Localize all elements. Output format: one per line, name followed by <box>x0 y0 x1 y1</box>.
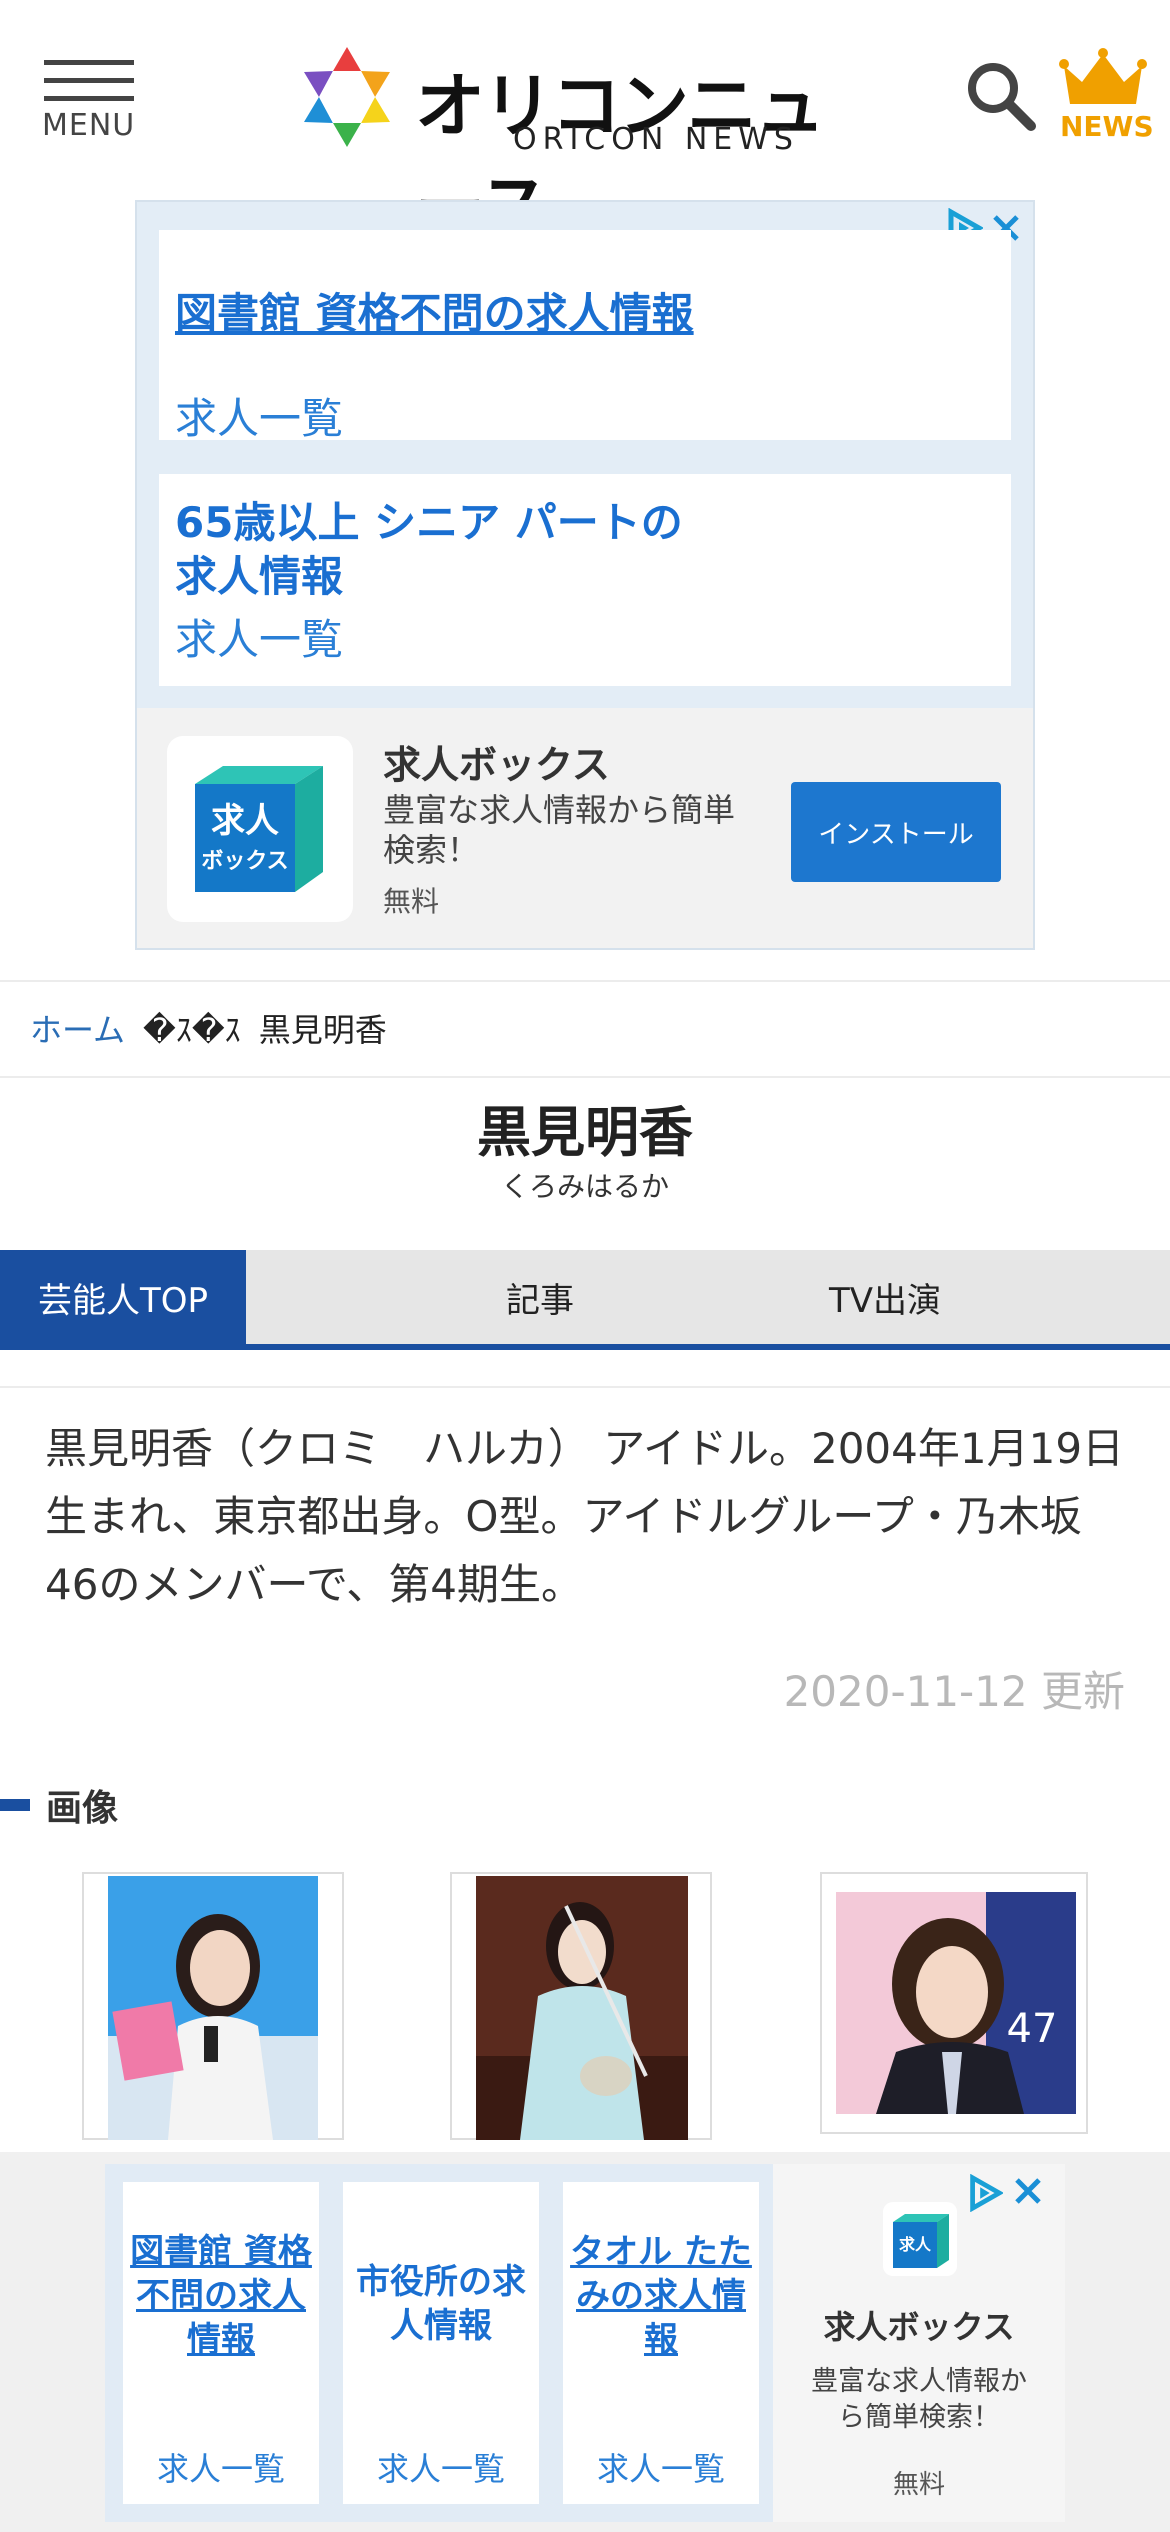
search-icon <box>968 63 1036 131</box>
menu-button[interactable]: MENU <box>42 56 142 146</box>
install-button[interactable]: インストール <box>791 782 1001 882</box>
name-reading: くろみはるか <box>500 1170 669 1203</box>
ad-card[interactable]: 図書館 資格不問の求人情報 求人一覧 <box>123 2182 319 2504</box>
menu-icon <box>44 60 134 65</box>
profile-tabs: 芸能人TOP 記事 TV出演 <box>0 1250 1170 1350</box>
breadcrumb-section[interactable]: �ｽ�ｽ <box>143 1005 241 1051</box>
app-icon-line2: ボックス <box>201 849 288 874</box>
app-icon: 求人 ボックス <box>167 736 353 922</box>
image-thumbnail[interactable]: 47 <box>820 1872 1088 2134</box>
logo-text-en: ORICON NEWS <box>513 122 799 157</box>
divider <box>0 1386 1170 1388</box>
breadcrumb-current: 黒見明香 <box>258 1011 387 1049</box>
ad-subtitle[interactable]: 求人一覧 <box>343 2444 539 2490</box>
job-box-icon: 求人 <box>893 2214 949 2268</box>
app-price: 無料 <box>383 885 440 918</box>
ad-subtitle[interactable]: 求人一覧 <box>175 385 995 446</box>
photo-decoration: 47 <box>1007 2006 1058 2052</box>
app-name: 求人ボックス <box>383 743 610 787</box>
ad-controls <box>965 2174 1045 2212</box>
job-box-icon: 求人 ボックス <box>195 766 323 892</box>
site-logo[interactable]: オリコンニュース ORICON NEWS <box>295 42 875 248</box>
app-price: 無料 <box>892 2470 945 2500</box>
divider <box>0 980 1170 982</box>
tab-tv[interactable]: TV出演 <box>780 1250 990 1344</box>
images-section-heading: 画像 <box>0 1780 118 1830</box>
logo-mark-icon <box>304 47 390 147</box>
ad-card[interactable]: 65歳以上 シニア パートの 求人情報 求人一覧 <box>159 474 1011 686</box>
advertisement-top: 図書館 資格不問の求人情報 求人一覧 65歳以上 シニア パートの 求人情報 求… <box>135 200 1035 950</box>
ad-subtitle[interactable]: 求人一覧 <box>563 2444 759 2490</box>
divider <box>0 1076 1170 1078</box>
photo-image <box>108 1876 318 2140</box>
ad-title-link[interactable]: タオル たたみの求人情報 <box>563 2230 759 2362</box>
app-icon-label: 求人 <box>899 2235 932 2254</box>
image-thumbnail[interactable] <box>450 1872 712 2140</box>
page-title: 黒見明香 <box>477 1101 693 1164</box>
ad-card[interactable]: 市役所の求人情報 求人一覧 <box>343 2182 539 2504</box>
ad-card[interactable]: タオル たたみの求人情報 求人一覧 <box>563 2182 759 2504</box>
ad-card[interactable]: 図書館 資格不問の求人情報 求人一覧 <box>159 230 1011 443</box>
updated-date: 2020-11-12 更新 <box>783 1667 1125 1716</box>
ad-title-line2[interactable]: 求人情報 <box>175 550 995 604</box>
section-marker <box>0 1799 30 1811</box>
photo-image: 47 <box>836 1892 1076 2114</box>
ad-subtitle[interactable]: 求人一覧 <box>123 2444 319 2490</box>
site-header: MENU オリコンニュース ORICON NEWS <box>0 0 1170 248</box>
menu-icon-bar <box>44 96 134 101</box>
app-icon: 求人 <box>883 2202 957 2276</box>
app-description: 豊富な求人情報から簡単検索！ <box>811 2366 1027 2433</box>
search-button[interactable] <box>965 60 1037 132</box>
app-description: 豊富な求人情報から簡単検索！ <box>383 791 736 869</box>
ad-title-link[interactable]: 市役所の求人情報 <box>343 2260 539 2348</box>
advertisement-bottom: 図書館 資格不問の求人情報 求人一覧 市役所の求人情報 求人一覧 タオル たたみ… <box>0 2152 1170 2532</box>
breadcrumb-home[interactable]: ホーム <box>30 1005 125 1051</box>
close-icon[interactable] <box>1011 2174 1045 2208</box>
ad-app-promo[interactable]: 求人 ボックス 求人ボックス 豊富な求人情報から簡単検索！ 無料 インストール <box>137 708 1033 948</box>
profile-description: 黒見明香（クロミ ハルカ） アイドル。2004年1月19日生まれ、東京都出身。O… <box>45 1424 1125 1609</box>
ad-title-line1[interactable]: 65歳以上 シニア パートの <box>175 496 995 550</box>
image-thumbnail[interactable] <box>82 1872 344 2140</box>
news-ranking-button[interactable]: NEWS <box>1058 48 1154 143</box>
news-label: NEWS <box>1060 110 1154 143</box>
app-name: 求人ボックス <box>823 2308 1015 2346</box>
tab-top[interactable]: 芸能人TOP <box>0 1250 246 1344</box>
ad-bottom-container: 図書館 資格不問の求人情報 求人一覧 市役所の求人情報 求人一覧 タオル たたみ… <box>105 2164 1065 2522</box>
ad-subtitle[interactable]: 求人一覧 <box>175 606 995 667</box>
menu-icon-bar <box>44 78 134 83</box>
photo-image <box>476 1876 688 2140</box>
section-title: 画像 <box>46 1788 119 1829</box>
app-icon-line1: 求人 <box>211 801 279 841</box>
ad-app-promo[interactable]: 求人 求人ボックス 豊富な求人情報から簡単検索！ 無料 <box>773 2164 1065 2522</box>
crown-icon <box>1059 48 1147 104</box>
ad-title-link[interactable]: 図書館 資格不問の求人情報 <box>175 280 995 341</box>
menu-label: MENU <box>42 108 136 143</box>
adchoices-icon[interactable] <box>965 2174 1003 2212</box>
breadcrumb: ホーム �ｽ�ｽ 黒見明香 <box>30 1005 387 1051</box>
tab-articles[interactable]: 記事 <box>440 1250 640 1344</box>
ad-title-link[interactable]: 図書館 資格不問の求人情報 <box>123 2230 319 2362</box>
